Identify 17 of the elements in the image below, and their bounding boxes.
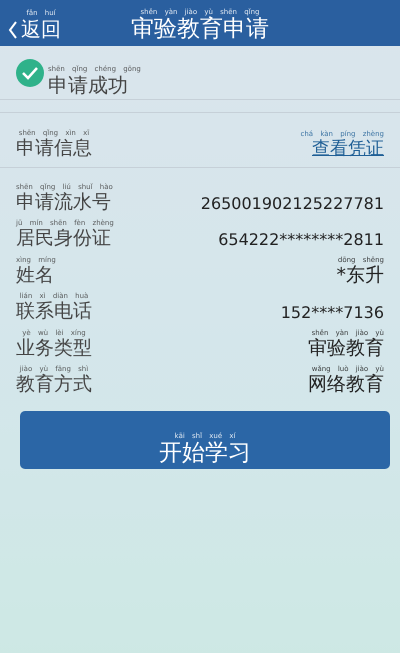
page-title: 审验教育申请 — [131, 16, 269, 42]
back-icon — [8, 20, 18, 40]
field-label: 教育方式 — [16, 374, 92, 395]
field-label: 业务类型 — [16, 338, 92, 358]
field-value: 654222********2811 — [218, 231, 384, 249]
field-label: 居民身份证 — [16, 228, 112, 249]
status-text: 申请成功 — [48, 74, 129, 96]
field-label: 联系电话 — [16, 301, 92, 322]
section-title: 申请信息 — [16, 138, 92, 159]
field-label: 申请流水号 — [16, 192, 112, 212]
field-label: 姓名 — [16, 264, 55, 286]
field-value: 网络教育 — [308, 374, 384, 395]
field-value: 265001902125227781 — [200, 194, 384, 212]
field-value: 152****7136 — [280, 304, 384, 322]
view-voucher-link[interactable]: 查看凭证 — [312, 139, 384, 159]
field-value: *东升 — [336, 264, 384, 286]
field-value: 审验教育 — [308, 338, 384, 358]
